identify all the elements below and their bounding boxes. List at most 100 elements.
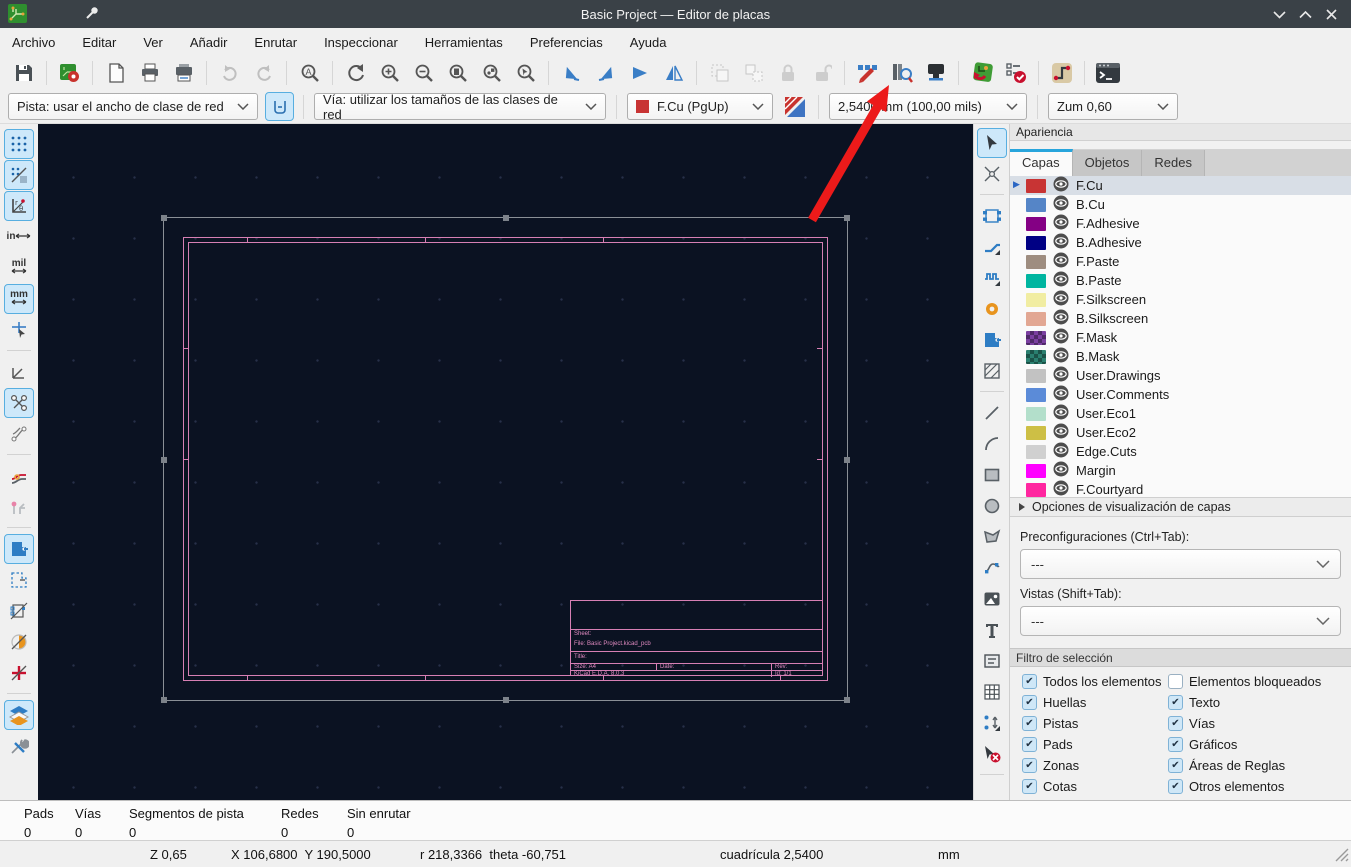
ungroup-button[interactable] bbox=[740, 60, 767, 87]
add-table-button[interactable] bbox=[978, 678, 1006, 706]
add-textbox-button[interactable] bbox=[978, 647, 1006, 675]
checkbox[interactable] bbox=[1022, 695, 1037, 710]
footprint-editor-button[interactable] bbox=[854, 60, 881, 87]
menu-enrutar[interactable]: Enrutar bbox=[254, 35, 297, 50]
filter-areas-reglas[interactable]: Áreas de Reglas bbox=[1168, 758, 1285, 773]
layer-visibility-eye-icon[interactable] bbox=[1053, 252, 1069, 271]
layer-color-swatch[interactable] bbox=[1026, 349, 1046, 364]
tune-length-button[interactable] bbox=[978, 264, 1006, 292]
ratsnest-mode-button[interactable] bbox=[5, 358, 33, 386]
layer-list[interactable]: F.Cu B.Cu F.Adhesive B.Adhesive F.Paste … bbox=[1010, 176, 1351, 497]
layer-visibility-eye-icon[interactable] bbox=[1053, 233, 1069, 252]
checkbox[interactable] bbox=[1022, 758, 1037, 773]
filter-vias[interactable]: Vías bbox=[1168, 716, 1215, 731]
save-button[interactable] bbox=[10, 60, 37, 87]
plot-button[interactable] bbox=[170, 60, 197, 87]
presets-select[interactable]: --- bbox=[1020, 549, 1341, 579]
layer-visibility-eye-icon[interactable] bbox=[1053, 176, 1069, 195]
checkbox[interactable] bbox=[1022, 716, 1037, 731]
filter-texto[interactable]: Texto bbox=[1168, 695, 1220, 710]
layer-row-fmask[interactable]: F.Mask bbox=[1010, 328, 1351, 347]
checkbox[interactable] bbox=[1168, 758, 1183, 773]
draw-rectangle-button[interactable] bbox=[978, 461, 1006, 489]
layer-visibility-eye-icon[interactable] bbox=[1053, 290, 1069, 309]
close-button[interactable] bbox=[1321, 5, 1341, 23]
draw-bezier-button[interactable] bbox=[978, 554, 1006, 582]
layer-color-swatch[interactable] bbox=[1026, 368, 1046, 383]
layer-row-fcu[interactable]: F.Cu bbox=[1010, 176, 1351, 195]
draw-circle-button[interactable] bbox=[978, 492, 1006, 520]
units-inch-button[interactable]: in bbox=[5, 223, 33, 251]
checkbox[interactable] bbox=[1168, 716, 1183, 731]
refresh-view-button[interactable] bbox=[342, 60, 369, 87]
layer-visibility-eye-icon[interactable] bbox=[1053, 347, 1069, 366]
layer-color-swatch[interactable] bbox=[1026, 292, 1046, 307]
layer-color-swatch[interactable] bbox=[1026, 330, 1046, 345]
checkbox[interactable] bbox=[1022, 737, 1037, 752]
schematic-editor-button[interactable] bbox=[1048, 60, 1075, 87]
layer-visibility-eye-icon[interactable] bbox=[1053, 404, 1069, 423]
layer-row-bpaste[interactable]: B.Paste bbox=[1010, 271, 1351, 290]
zoom-in-button[interactable] bbox=[376, 60, 403, 87]
layer-pair-indicator[interactable] bbox=[781, 93, 808, 120]
design-rules-check-button[interactable] bbox=[1002, 60, 1029, 87]
filter-cotas[interactable]: Cotas bbox=[1022, 779, 1077, 794]
polar-coordinates-button[interactable]: rθ bbox=[4, 190, 34, 221]
checkbox[interactable] bbox=[1168, 737, 1183, 752]
zoom-fit-page-button[interactable] bbox=[444, 60, 471, 87]
menu-ayuda[interactable]: Ayuda bbox=[630, 35, 667, 50]
layer-row-usercomments[interactable]: User.Comments bbox=[1010, 385, 1351, 404]
menu-inspeccionar[interactable]: Inspeccionar bbox=[324, 35, 398, 50]
scripting-console-button[interactable] bbox=[1094, 60, 1121, 87]
layer-row-edgecuts[interactable]: Edge.Cuts bbox=[1010, 442, 1351, 461]
rotate-ccw-button[interactable] bbox=[558, 60, 585, 87]
menu-herramientas[interactable]: Herramientas bbox=[425, 35, 503, 50]
layer-visibility-eye-icon[interactable] bbox=[1053, 366, 1069, 385]
layer-color-swatch[interactable] bbox=[1026, 197, 1046, 212]
filter-zonas[interactable]: Zonas bbox=[1022, 758, 1079, 773]
checkbox[interactable] bbox=[1168, 695, 1183, 710]
layer-row-userdrawings[interactable]: User.Drawings bbox=[1010, 366, 1351, 385]
track-width-select[interactable]: Pista: usar el ancho de clase de red bbox=[8, 93, 258, 120]
select-tool-button[interactable] bbox=[976, 127, 1007, 158]
net-highlight-button[interactable] bbox=[5, 462, 33, 490]
layer-visibility-eye-icon[interactable] bbox=[1053, 328, 1069, 347]
layer-visibility-eye-icon[interactable] bbox=[1053, 385, 1069, 404]
crosshair-cursor-button[interactable] bbox=[5, 316, 33, 344]
checkbox[interactable] bbox=[1022, 674, 1037, 689]
layer-visibility-eye-icon[interactable] bbox=[1053, 271, 1069, 290]
pcb-canvas[interactable]: Sheet: File: Basic Project.kicad_pcb Tit… bbox=[38, 124, 973, 800]
properties-panel-button[interactable] bbox=[5, 732, 33, 760]
group-button[interactable] bbox=[706, 60, 733, 87]
add-image-button[interactable] bbox=[978, 585, 1006, 613]
tab-objetos[interactable]: Objetos bbox=[1072, 150, 1143, 176]
layer-visibility-eye-icon[interactable] bbox=[1053, 423, 1069, 442]
unlock-button[interactable] bbox=[808, 60, 835, 87]
layers-manager-button[interactable] bbox=[4, 699, 34, 730]
sketch-vias-button[interactable] bbox=[5, 659, 33, 687]
layer-row-badhesive[interactable]: B.Adhesive bbox=[1010, 233, 1351, 252]
local-ratsnest-button[interactable] bbox=[978, 160, 1006, 188]
filter-huellas[interactable]: Huellas bbox=[1022, 695, 1086, 710]
layer-color-swatch[interactable] bbox=[1026, 216, 1046, 231]
zoom-select[interactable]: Zum 0,60 bbox=[1048, 93, 1178, 120]
draw-line-button[interactable] bbox=[978, 399, 1006, 427]
sketch-footprints-button[interactable] bbox=[5, 597, 33, 625]
layer-visibility-eye-icon[interactable] bbox=[1053, 461, 1069, 480]
print-button[interactable] bbox=[136, 60, 163, 87]
active-layer-select[interactable]: F.Cu (PgUp) bbox=[627, 93, 773, 120]
sketch-pads-button[interactable] bbox=[5, 628, 33, 656]
layer-visibility-eye-icon[interactable] bbox=[1053, 195, 1069, 214]
layer-visibility-eye-icon[interactable] bbox=[1053, 309, 1069, 328]
layer-color-swatch[interactable] bbox=[1026, 406, 1046, 421]
update-pcb-from-schematic-button[interactable] bbox=[968, 60, 995, 87]
filter-graficos[interactable]: Gráficos bbox=[1168, 737, 1237, 752]
layer-row-usereco2[interactable]: User.Eco2 bbox=[1010, 423, 1351, 442]
rotate-cw-button[interactable] bbox=[592, 60, 619, 87]
draw-arc-button[interactable] bbox=[978, 430, 1006, 458]
grid-select[interactable]: 2,5400 mm (100,00 mils) bbox=[829, 93, 1027, 120]
add-footprint-button[interactable] bbox=[978, 202, 1006, 230]
layer-visibility-eye-icon[interactable] bbox=[1053, 480, 1069, 497]
tab-redes[interactable]: Redes bbox=[1142, 150, 1205, 176]
layer-row-usereco1[interactable]: User.Eco1 bbox=[1010, 404, 1351, 423]
